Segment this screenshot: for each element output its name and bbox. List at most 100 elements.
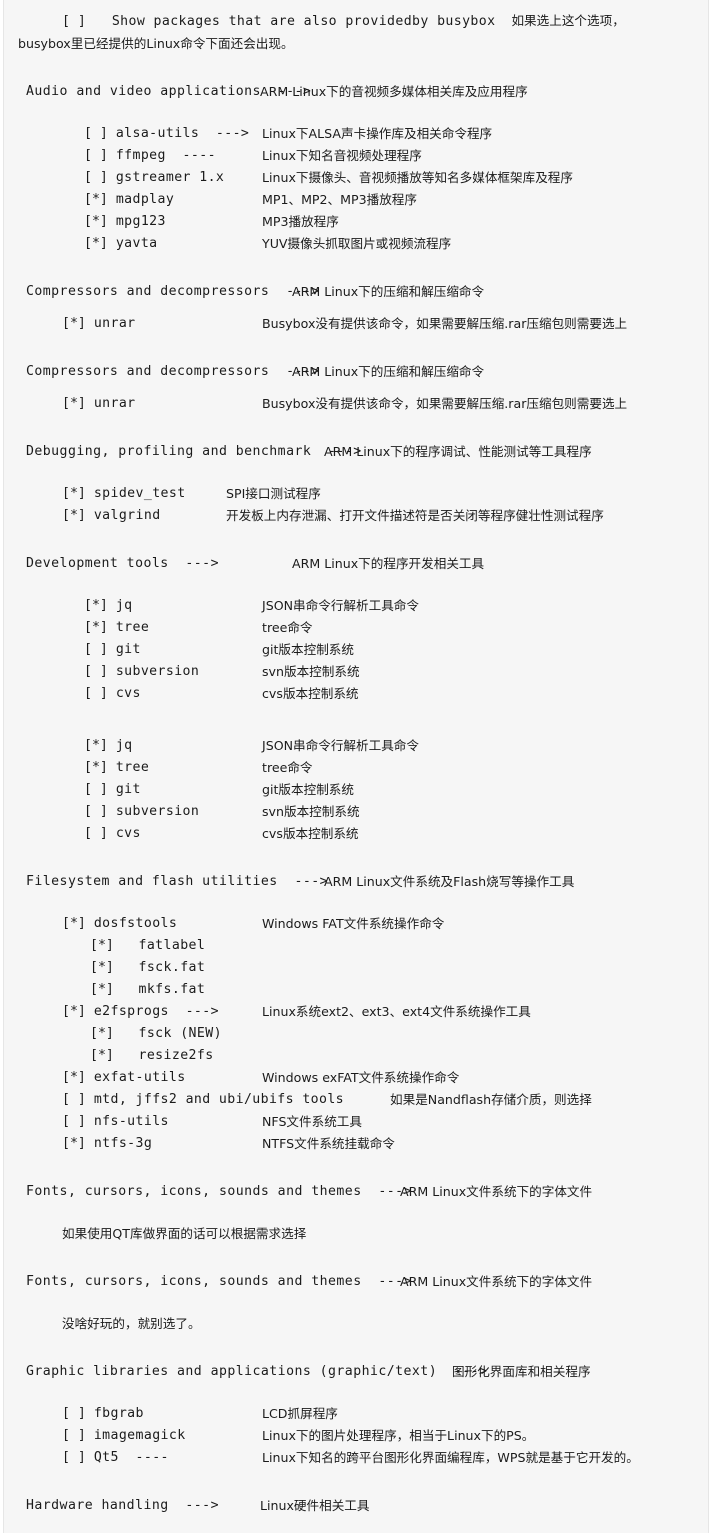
- package-item-row[interactable]: [*] fsck.fat: [4, 957, 708, 979]
- section-header[interactable]: Development tools ---> ARM Linux下的程序开发相关工…: [4, 553, 708, 575]
- package-item-row[interactable]: [*] fatlabel: [4, 935, 708, 957]
- section-header[interactable]: Compressors and decompressors ---> ARM Li…: [4, 361, 708, 383]
- package-item-row[interactable]: [*] madplay MP1、MP2、MP3播放程序: [4, 189, 708, 211]
- package-item-row[interactable]: [ ] nfs-utils NFS文件系统工具: [4, 1111, 708, 1133]
- section-header[interactable]: Hardware handling ---> Linux硬件相关工具: [4, 1495, 708, 1517]
- checkbox-checked-icon[interactable]: [*]: [62, 483, 86, 505]
- section-header[interactable]: Compressors and decompressors ---> ARM Li…: [4, 281, 708, 303]
- package-item-row[interactable]: [ ] imagemagick Linux下的图片处理程序，相当于Linux下的PS…: [4, 1425, 708, 1447]
- package-section: Compressors and decompressors ---> ARM Li…: [4, 255, 708, 335]
- checkbox-unchecked-icon[interactable]: [ ]: [84, 801, 108, 823]
- checkbox-checked-icon[interactable]: [*]: [90, 1023, 114, 1045]
- checkbox-checked-icon[interactable]: [*]: [84, 617, 108, 639]
- package-item-row[interactable]: [*] exfat-utils Windows exFAT文件系统操作命令: [4, 1067, 708, 1089]
- package-name: alsa-utils --->: [115, 126, 250, 141]
- package-item-row[interactable]: [ ] git git版本控制系统: [4, 779, 708, 801]
- checkbox-checked-icon[interactable]: [*]: [84, 735, 108, 757]
- package-item-row[interactable]: [*] valgrind 开发板上内存泄漏、打开文件描述符是否关闭等程序健壮性测试程…: [4, 505, 708, 527]
- section-header[interactable]: Fonts, cursors, icons, sounds and themes…: [4, 1181, 708, 1203]
- package-item-row[interactable]: [ ] gstreamer 1.x Linux下摄像头、音视频播放等知名多媒体框架库…: [4, 167, 708, 189]
- checkbox-checked-icon[interactable]: [*]: [84, 595, 108, 617]
- checkbox-checked-icon[interactable]: [*]: [62, 1001, 86, 1023]
- package-item-row[interactable]: [*] unrar Busybox没有提供该命令，如果需要解压缩.rar压缩包则需要…: [4, 393, 708, 415]
- checkbox-unchecked-icon[interactable]: [ ]: [62, 1447, 86, 1469]
- package-item-row[interactable]: [*] mkfs.fat: [4, 979, 708, 1001]
- package-item-row[interactable]: [ ] cvs cvs版本控制系统: [4, 823, 708, 845]
- checkbox-unchecked-icon[interactable]: [ ]: [62, 1403, 86, 1425]
- package-item-row[interactable]: [*] dosfstools Windows FAT文件系统操作命令: [4, 913, 708, 935]
- checkbox-checked-icon[interactable]: [*]: [84, 211, 108, 233]
- package-item-row[interactable]: [*] spidev_test SPI接口测试程序: [4, 483, 708, 505]
- package-name: git: [115, 782, 141, 797]
- checkbox-checked-icon[interactable]: [*]: [90, 979, 114, 1001]
- checkbox-checked-icon[interactable]: [*]: [84, 757, 108, 779]
- package-item-row[interactable]: [ ] subversion svn版本控制系统: [4, 661, 708, 683]
- package-item-row[interactable]: [ ] git git版本控制系统: [4, 639, 708, 661]
- package-item-row[interactable]: [*] jq JSON串命令行解析工具命令: [4, 595, 708, 617]
- section-note: ARM Linux文件系统下的字体文件: [400, 1184, 593, 1199]
- package-name: Qt5 ----: [93, 1450, 169, 1465]
- section-header[interactable]: Filesystem and flash utilities ---> ARM L…: [4, 871, 708, 893]
- checkbox-checked-icon[interactable]: [*]: [62, 913, 86, 935]
- package-item-row[interactable]: [ ] cvs cvs版本控制系统: [4, 683, 708, 705]
- package-item-row[interactable]: [*] unrar Busybox没有提供该命令，如果需要解压缩.rar压缩包则需要…: [4, 313, 708, 335]
- checkbox-unchecked-icon[interactable]: [ ]: [84, 661, 108, 683]
- checkbox-unchecked-icon[interactable]: [ ]: [62, 1111, 86, 1133]
- package-item-row[interactable]: [*] tree tree命令: [4, 617, 708, 639]
- package-name: yavta: [115, 236, 158, 251]
- package-item-row[interactable]: [*] e2fsprogs ---> Linux系统ext2、ext3、ext4文件…: [4, 1001, 708, 1023]
- checkbox-checked-icon[interactable]: [*]: [84, 189, 108, 211]
- package-item-row[interactable]: [ ] subversion svn版本控制系统: [4, 801, 708, 823]
- checkbox-unchecked-icon[interactable]: [ ]: [62, 1425, 86, 1447]
- checkbox-unchecked-icon[interactable]: [ ]: [84, 779, 108, 801]
- checkbox-unchecked-icon[interactable]: [ ]: [84, 167, 108, 189]
- package-name: unrar: [93, 396, 136, 411]
- package-name: ffmpeg ----: [115, 148, 216, 163]
- package-item-row[interactable]: [ ] ffmpeg ---- Linux下知名音视频处理程序: [4, 145, 708, 167]
- checkbox-unchecked-icon[interactable]: [ ]: [62, 1089, 86, 1111]
- checkbox-checked-icon[interactable]: [*]: [90, 935, 114, 957]
- checkbox-checked-icon[interactable]: [*]: [62, 313, 86, 335]
- checkbox-checked-icon[interactable]: [*]: [90, 957, 114, 979]
- section-paragraph: 没啥好玩的，就别选了。: [62, 1316, 201, 1331]
- checkbox-unchecked-icon[interactable]: [ ]: [62, 11, 86, 33]
- package-item-row[interactable]: [ ] Qt5 ---- Linux下知名的跨平台图形化界面编程库，WPS就是基于它…: [4, 1447, 708, 1469]
- checkbox-unchecked-icon[interactable]: [ ]: [84, 683, 108, 705]
- section-header[interactable]: Debugging, profiling and benchmark ---> A…: [4, 441, 708, 463]
- package-item-row[interactable]: [*] fsck (NEW): [4, 1023, 708, 1045]
- package-description: Windows exFAT文件系统操作命令: [262, 1070, 460, 1085]
- package-item-row[interactable]: [*] yavta YUV摄像头抓取图片或视频流程序: [4, 233, 708, 255]
- checkbox-checked-icon[interactable]: [*]: [62, 505, 86, 527]
- package-name: exfat-utils: [93, 1070, 186, 1085]
- checkbox-unchecked-icon[interactable]: [ ]: [84, 123, 108, 145]
- option-row-show-busybox-packages[interactable]: [ ] Show packages that are also provided…: [4, 10, 708, 33]
- checkbox-checked-icon[interactable]: [*]: [90, 1045, 114, 1067]
- checkbox-checked-icon[interactable]: [*]: [62, 1133, 86, 1155]
- checkbox-checked-icon[interactable]: [*]: [62, 393, 86, 415]
- checkbox-unchecked-icon[interactable]: [ ]: [84, 145, 108, 167]
- package-name: subversion: [115, 804, 200, 819]
- section-title: Compressors and decompressors --->: [26, 284, 320, 299]
- package-section: Graphic libraries and applications (grap…: [4, 1335, 708, 1469]
- package-item-row[interactable]: [ ] mtd, jffs2 and ubi/ubifs tools 如果是Nand…: [4, 1089, 708, 1111]
- package-item-row[interactable]: [ ] fbgrab LCD抓屏程序: [4, 1403, 708, 1425]
- checkbox-checked-icon[interactable]: [*]: [62, 1067, 86, 1089]
- package-item-row[interactable]: [*] resize2fs: [4, 1045, 708, 1067]
- package-item-row[interactable]: [*] tree tree命令: [4, 757, 708, 779]
- checkbox-checked-icon[interactable]: [*]: [84, 233, 108, 255]
- checkbox-unchecked-icon[interactable]: [ ]: [84, 639, 108, 661]
- package-item-row[interactable]: [*] mpg123 MP3播放程序: [4, 211, 708, 233]
- package-name: spidev_test: [93, 486, 186, 501]
- package-item-row[interactable]: [*] ntfs-3g NTFS文件系统挂载命令: [4, 1133, 708, 1155]
- package-item-row[interactable]: [*] jq JSON串命令行解析工具命令: [4, 735, 708, 757]
- package-name: nfs-utils: [93, 1114, 169, 1129]
- section-header[interactable]: Fonts, cursors, icons, sounds and themes…: [4, 1271, 708, 1293]
- section-header[interactable]: Audio and video applications ---> ARM Lin…: [4, 81, 708, 103]
- checkbox-unchecked-icon[interactable]: [ ]: [84, 823, 108, 845]
- package-section: Debugging, profiling and benchmark ---> A…: [4, 415, 708, 527]
- package-item-row[interactable]: [ ] alsa-utils ---> Linux下ALSA声卡操作库及相关命令程序: [4, 123, 708, 145]
- section-header[interactable]: Graphic libraries and applications (grap…: [4, 1361, 708, 1383]
